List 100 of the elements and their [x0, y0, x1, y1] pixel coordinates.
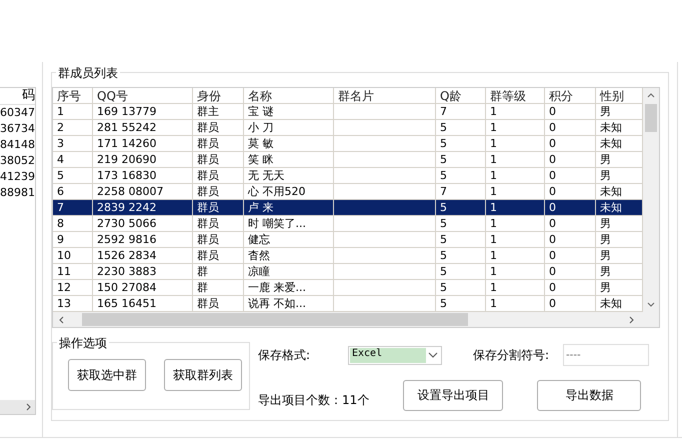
table-cell[interactable]	[334, 136, 436, 152]
table-cell[interactable]: 3	[53, 136, 93, 152]
table-cell[interactable]: 0	[545, 248, 596, 264]
table-cell[interactable]: 1	[486, 280, 545, 296]
table-cell[interactable]: 男	[596, 264, 643, 280]
table-cell[interactable]: 群员	[193, 168, 244, 184]
table-cell[interactable]: 5	[436, 248, 486, 264]
table-cell[interactable]: 5	[53, 168, 93, 184]
table-cell[interactable]: 171 14260	[93, 136, 193, 152]
column-header[interactable]: 序号	[53, 88, 93, 104]
horizontal-scrollbar[interactable]	[53, 312, 659, 327]
table-cell[interactable]: 7	[436, 184, 486, 200]
table-cell[interactable]: 5	[436, 152, 486, 168]
table-cell[interactable]: 0	[545, 216, 596, 232]
table-cell[interactable]: 150 27084	[93, 280, 193, 296]
table-cell[interactable]	[334, 168, 436, 184]
table-cell[interactable]: 1	[486, 296, 545, 312]
table-cell[interactable]: 男	[596, 232, 643, 248]
table-cell[interactable]: 0	[545, 264, 596, 280]
table-cell[interactable]: 群员	[193, 184, 244, 200]
chevron-right-icon[interactable]	[629, 316, 635, 324]
table-cell[interactable]: 1	[486, 232, 545, 248]
table-cell[interactable]: 7	[436, 104, 486, 120]
table-cell[interactable]: 0	[545, 104, 596, 120]
table-cell[interactable]: 男	[596, 152, 643, 168]
table-cell[interactable]: 1526 2834	[93, 248, 193, 264]
table-cell[interactable]: 9	[53, 232, 93, 248]
table-cell[interactable]: 1	[486, 200, 545, 216]
table-cell[interactable]: 0	[545, 200, 596, 216]
table-cell[interactable]: 1	[486, 216, 545, 232]
table-cell[interactable]: 173 16830	[93, 168, 193, 184]
table-cell[interactable]	[334, 216, 436, 232]
table-cell[interactable]	[334, 120, 436, 136]
table-cell[interactable]: 1	[486, 104, 545, 120]
table-cell[interactable]: 笑 眯	[244, 152, 334, 168]
table-cell[interactable]: 未知	[596, 296, 643, 312]
action-button[interactable]: 获取选中群	[68, 359, 146, 391]
table-cell[interactable]: 281 55242	[93, 120, 193, 136]
table-cell[interactable]: 2	[53, 120, 93, 136]
table-cell[interactable]: 0	[545, 280, 596, 296]
table-cell[interactable]: 1	[486, 136, 545, 152]
table-cell[interactable]: 未知	[596, 184, 643, 200]
table-cell[interactable]: 2230 3883	[93, 264, 193, 280]
separator-field[interactable]: ----	[563, 344, 649, 366]
table-cell[interactable]	[334, 200, 436, 216]
table-cell[interactable]: 男	[596, 280, 643, 296]
table-cell[interactable]: 1	[486, 248, 545, 264]
table-cell[interactable]: 5	[436, 232, 486, 248]
table-cell[interactable]: 群员	[193, 136, 244, 152]
scrollbar-thumb[interactable]	[82, 313, 468, 326]
horizontal-scrollbar[interactable]	[0, 400, 35, 414]
table-cell[interactable]: 1	[486, 168, 545, 184]
export-settings-button[interactable]: 设置导出项目	[403, 380, 504, 410]
column-header[interactable]: 群等级	[486, 88, 545, 104]
column-header[interactable]: 身份	[193, 88, 244, 104]
table-cell[interactable]: 男	[596, 168, 643, 184]
table-cell[interactable]: 1	[486, 184, 545, 200]
table-cell[interactable]: 群员	[193, 296, 244, 312]
table-cell[interactable]: 心 不用520	[244, 184, 334, 200]
table-cell[interactable]: 群员	[193, 152, 244, 168]
table-cell[interactable]: 5	[436, 216, 486, 232]
table-cell[interactable]: 1	[486, 120, 545, 136]
table-cell[interactable]: 宝 谜	[244, 104, 334, 120]
table-cell[interactable]: 219 20690	[93, 152, 193, 168]
table-cell[interactable]: 12	[53, 280, 93, 296]
table-cell[interactable]	[334, 248, 436, 264]
table-cell[interactable]: 8	[53, 216, 93, 232]
table-cell[interactable]: 男	[596, 248, 643, 264]
table-cell[interactable]: 未知	[596, 120, 643, 136]
table-cell[interactable]	[334, 104, 436, 120]
table-cell[interactable]: 169 13779	[93, 104, 193, 120]
table-cell[interactable]: 5	[436, 120, 486, 136]
table-cell[interactable]: 10	[53, 248, 93, 264]
table-cell[interactable]: 男	[596, 216, 643, 232]
column-header[interactable]: 名称	[244, 88, 334, 104]
table-cell[interactable]: 群员	[193, 232, 244, 248]
table-cell[interactable]	[334, 184, 436, 200]
table-cell[interactable]: 11	[53, 264, 93, 280]
table-cell[interactable]: 卢 来	[244, 200, 334, 216]
table-cell[interactable]: 5	[436, 296, 486, 312]
table-cell[interactable]	[334, 232, 436, 248]
vertical-scrollbar[interactable]	[643, 88, 659, 312]
table-cell[interactable]: 5	[436, 168, 486, 184]
table-cell[interactable]	[334, 296, 436, 312]
table-cell[interactable]	[334, 264, 436, 280]
table-cell[interactable]: 群员	[193, 248, 244, 264]
table-cell[interactable]: 0	[545, 152, 596, 168]
table-cell[interactable]: 群	[193, 264, 244, 280]
table-cell[interactable]: 1	[486, 264, 545, 280]
table-cell[interactable]: 说再 不如...	[244, 296, 334, 312]
table-cell[interactable]: 5	[436, 136, 486, 152]
chevron-left-icon[interactable]	[58, 316, 64, 324]
table-cell[interactable]: 0	[545, 168, 596, 184]
table-cell[interactable]: 无 无天	[244, 168, 334, 184]
format-dropdown[interactable]: Excel	[348, 346, 442, 364]
table-cell[interactable]: 健忘	[244, 232, 334, 248]
table-cell[interactable]: 4	[53, 152, 93, 168]
table-cell[interactable]: 小 刀	[244, 120, 334, 136]
table-cell[interactable]: 2258 08007	[93, 184, 193, 200]
table-cell[interactable]: 时 嘲笑了...	[244, 216, 334, 232]
